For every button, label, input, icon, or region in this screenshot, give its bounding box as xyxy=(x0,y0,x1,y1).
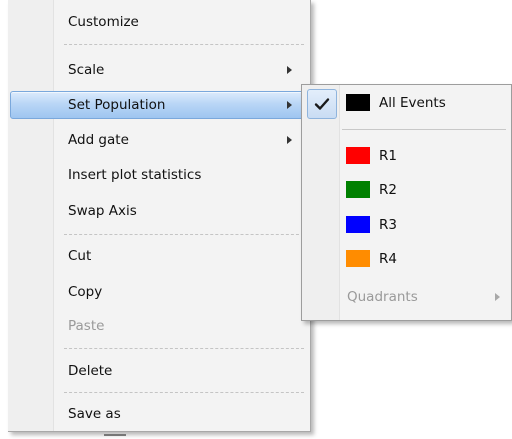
context-menu: Customize Scale Set Population Add gate … xyxy=(8,0,311,432)
color-swatch xyxy=(346,147,370,164)
menu-item-label: Save as xyxy=(68,406,121,422)
menu-item-save-as[interactable]: Save as xyxy=(11,400,307,428)
submenu-arrow-icon xyxy=(287,66,292,74)
menu-item-label: Set Population xyxy=(68,97,166,113)
submenu-item-label: R2 xyxy=(379,182,397,198)
checkmark-icon xyxy=(307,89,337,119)
submenu-item-all-events[interactable]: All Events xyxy=(305,87,508,119)
menu-item-label: Insert plot statistics xyxy=(68,167,202,183)
menu-item-swap-axis[interactable]: Swap Axis xyxy=(11,197,307,225)
color-swatch xyxy=(346,94,370,111)
submenu-arrow-icon xyxy=(495,293,500,301)
submenu-item-r1[interactable]: R1 xyxy=(305,140,508,172)
submenu-item-r4[interactable]: R4 xyxy=(305,243,508,275)
menu-item-label: Add gate xyxy=(68,132,129,148)
screen: Customize Scale Set Population Add gate … xyxy=(0,0,512,439)
menu-separator xyxy=(64,348,304,349)
menu-separator xyxy=(64,392,304,393)
menu-item-insert-plot-statistics[interactable]: Insert plot statistics xyxy=(11,161,307,189)
menu-item-label: Copy xyxy=(68,284,103,300)
menu-item-label: Scale xyxy=(68,62,105,78)
menu-item-set-population[interactable]: Set Population xyxy=(10,91,308,119)
menu-separator xyxy=(64,44,304,45)
submenu-item-quadrants: Quadrants xyxy=(305,281,508,313)
submenu-item-label: R1 xyxy=(379,148,397,164)
menu-item-label: Paste xyxy=(68,318,105,334)
color-swatch xyxy=(346,250,370,267)
menu-item-label: Swap Axis xyxy=(68,203,137,219)
menu-item-scale[interactable]: Scale xyxy=(11,56,307,84)
stray-mark xyxy=(104,434,126,436)
submenu-arrow-icon xyxy=(287,136,292,144)
menu-separator xyxy=(64,234,304,235)
menu-item-label: Cut xyxy=(68,248,92,264)
menu-item-copy[interactable]: Copy xyxy=(11,278,307,306)
submenu-item-label: R3 xyxy=(379,217,397,233)
submenu-item-label: Quadrants xyxy=(347,289,418,305)
menu-item-customize[interactable]: Customize xyxy=(11,8,307,36)
submenu-item-r3[interactable]: R3 xyxy=(305,209,508,241)
menu-item-cut[interactable]: Cut xyxy=(11,242,307,270)
submenu-item-label: R4 xyxy=(379,251,397,267)
menu-item-label: Customize xyxy=(68,14,139,30)
color-swatch xyxy=(346,181,370,198)
menu-item-delete[interactable]: Delete xyxy=(11,357,307,385)
set-population-submenu: All Events R1 R2 R3 R4 Quadrants xyxy=(301,84,512,321)
submenu-item-label: All Events xyxy=(379,95,446,111)
submenu-item-r2[interactable]: R2 xyxy=(305,174,508,206)
color-swatch xyxy=(346,216,370,233)
menu-item-paste: Paste xyxy=(11,312,307,340)
menu-item-label: Delete xyxy=(68,363,113,379)
menu-item-add-gate[interactable]: Add gate xyxy=(11,126,307,154)
submenu-arrow-icon xyxy=(287,101,292,109)
submenu-separator xyxy=(342,129,506,130)
